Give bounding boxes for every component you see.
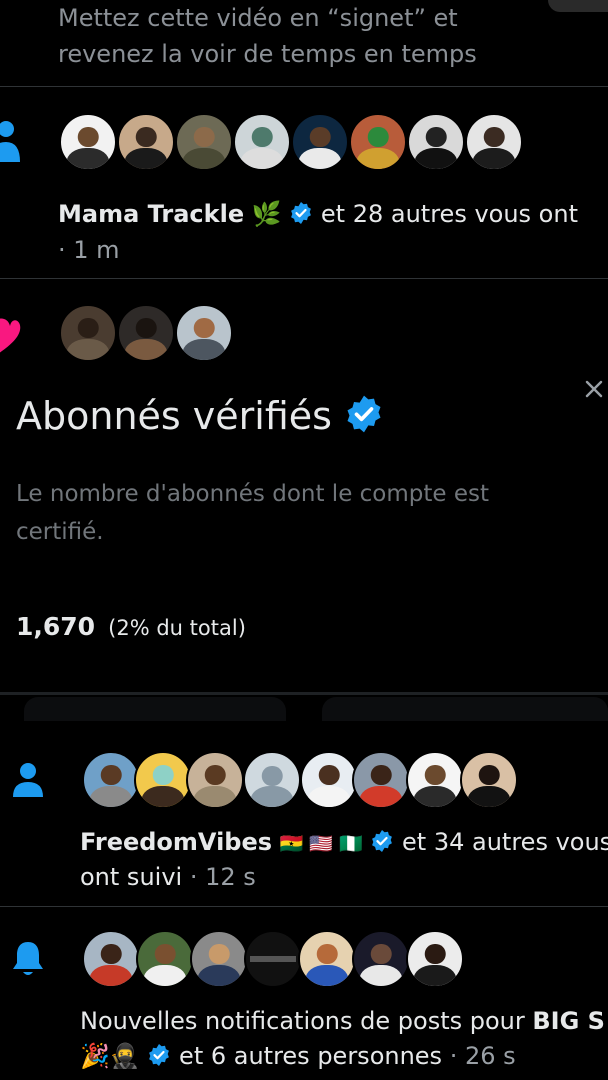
avatar[interactable] xyxy=(190,930,248,988)
avatar[interactable] xyxy=(406,930,464,988)
avatar[interactable] xyxy=(298,930,356,988)
notification-rest: et 6 autres personnes xyxy=(179,1042,443,1070)
avatar[interactable] xyxy=(244,930,302,988)
timestamp: · 1 m xyxy=(58,236,120,264)
notification-text-line2: ont suivi · 12 s xyxy=(80,861,256,893)
party-ninja-emoji-icon: 🎉🥷 xyxy=(80,1042,140,1070)
divider xyxy=(0,278,608,279)
notification-text: Nouvelles notifications de posts pour BI… xyxy=(80,1005,605,1037)
notification-rest: et 28 autres vous ont xyxy=(320,200,578,228)
avatar[interactable] xyxy=(82,751,140,809)
leaf-emoji-icon: 🌿 xyxy=(251,200,282,228)
verified-badge-icon xyxy=(291,202,312,224)
person-icon xyxy=(0,121,20,162)
avatar[interactable] xyxy=(300,751,358,809)
avatar[interactable] xyxy=(465,113,523,171)
popup-description-line1: Le nombre d'abonnés dont le compte est xyxy=(16,481,490,507)
avatar[interactable] xyxy=(243,751,301,809)
avatar[interactable] xyxy=(291,113,349,171)
notification-text-line2: 🎉🥷 et 6 autres personnes · 26 s xyxy=(80,1040,516,1072)
avatar[interactable] xyxy=(117,304,175,362)
avatar[interactable] xyxy=(175,113,233,171)
heart-icon xyxy=(0,318,21,353)
verified-followers-popup: Abonnés vérifiés Le nombre d'abonnés don… xyxy=(0,360,608,695)
notification-text: FreedomVibes 🇬🇭 🇺🇸 🇳🇬 et 34 autres vous xyxy=(80,826,608,860)
media-thumbnail-edge[interactable] xyxy=(548,0,608,12)
popup-title-row: Abonnés vérifiés xyxy=(16,392,384,440)
notification-text: Mama Trackle 🌿 et 28 autres vous ont xyxy=(58,198,578,230)
user-name[interactable]: FreedomVibes xyxy=(80,828,272,856)
user-name[interactable]: BIG S xyxy=(532,1007,605,1035)
verified-count: 1,670 xyxy=(16,612,96,641)
top-text-line1: Mettez cette vidéo en “signet” et xyxy=(58,4,458,32)
verified-percent: (2% du total) xyxy=(108,616,246,640)
divider xyxy=(0,86,608,87)
card-edge xyxy=(24,697,286,721)
avatar[interactable] xyxy=(352,930,410,988)
person-icon xyxy=(13,763,43,797)
verified-badge-icon xyxy=(347,395,381,433)
card-edge xyxy=(322,697,608,721)
avatar[interactable] xyxy=(352,751,410,809)
popup-stats: 1,670 (2% du total) xyxy=(16,612,246,641)
verified-badge-icon xyxy=(372,830,393,852)
avatar[interactable] xyxy=(59,113,117,171)
avatar[interactable] xyxy=(233,113,291,171)
notification-rest: et 34 autres vous xyxy=(402,828,608,856)
popup-description-line2: certifié. xyxy=(16,519,104,545)
timestamp: · 26 s xyxy=(449,1042,516,1070)
verified-badge-icon xyxy=(149,1044,170,1066)
divider xyxy=(0,906,608,907)
close-icon[interactable] xyxy=(584,379,604,399)
popup-bottom-border xyxy=(0,692,608,695)
avatar[interactable] xyxy=(59,304,117,362)
avatar[interactable] xyxy=(175,304,233,362)
popup-description: Le nombre d'abonnés dont le compte est c… xyxy=(16,475,489,551)
avatar[interactable] xyxy=(407,113,465,171)
avatar[interactable] xyxy=(460,751,518,809)
avatar[interactable] xyxy=(117,113,175,171)
user-name[interactable]: Mama Trackle xyxy=(58,200,244,228)
top-text-line2: revenez la voir de temps en temps xyxy=(58,40,477,68)
bell-icon xyxy=(13,942,43,975)
notification-text-main: Nouvelles notifications de posts pour xyxy=(80,1007,525,1035)
avatar[interactable] xyxy=(406,751,464,809)
flag-emojis: 🇬🇭 🇺🇸 🇳🇬 xyxy=(279,833,363,855)
avatar[interactable] xyxy=(82,930,140,988)
avatar[interactable] xyxy=(134,751,192,809)
avatar[interactable] xyxy=(349,113,407,171)
popup-title: Abonnés vérifiés xyxy=(16,394,332,438)
avatar[interactable] xyxy=(136,930,194,988)
avatar[interactable] xyxy=(186,751,244,809)
timestamp: · 12 s xyxy=(189,863,256,891)
notification-line2: ont suivi xyxy=(80,863,183,891)
